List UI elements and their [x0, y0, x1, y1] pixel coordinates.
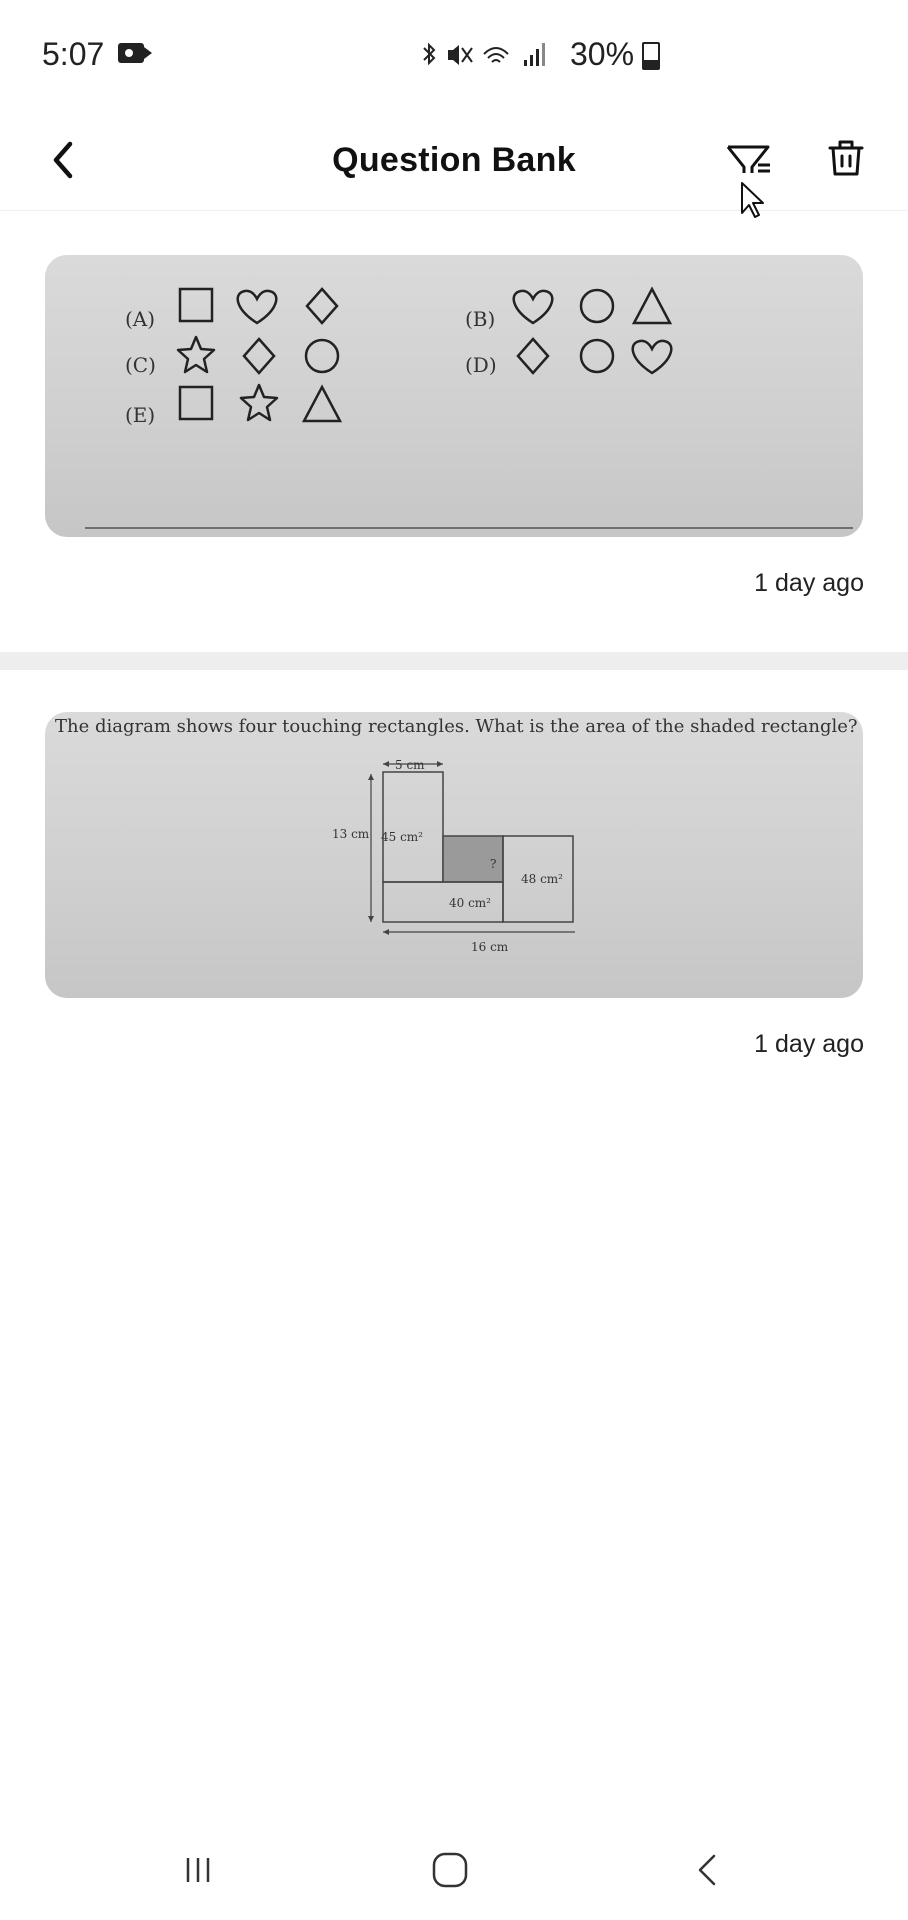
battery-percent: 30% [570, 36, 635, 72]
battery-icon [642, 42, 660, 70]
card-divider [0, 652, 908, 670]
area-right-label: 48 cm² [521, 872, 563, 886]
question-image[interactable]: The diagram shows four touching rectangl… [45, 712, 863, 998]
option-label: (E) [125, 403, 156, 427]
option-label: (B) [465, 307, 496, 331]
option-label: (D) [465, 353, 497, 377]
option-c-shapes [176, 335, 340, 375]
option-a-shapes [178, 287, 339, 325]
recents-button[interactable] [178, 1850, 218, 1890]
system-nav-bar [0, 1820, 908, 1920]
area-top-label: 45 cm² [381, 830, 423, 844]
question-card[interactable]: (A) (B) (C) (D) (E) 1 day ago [0, 255, 908, 635]
bottom-width-label: 16 cm [471, 940, 509, 954]
divider-line [85, 527, 853, 529]
question-image[interactable]: (A) (B) (C) (D) (E) [45, 255, 863, 537]
diamond-icon [516, 337, 550, 375]
back-icon [698, 1854, 716, 1886]
filter-icon [726, 145, 770, 218]
recents-icon [186, 1858, 210, 1882]
bluetooth-mute-wifi-signal-icon [423, 42, 545, 66]
rect-top [382, 771, 444, 883]
question-card[interactable]: The diagram shows four touching rectangl… [0, 712, 908, 1072]
time-ago: 1 day ago [754, 1030, 864, 1058]
status-bar: 5:07 30% [0, 0, 908, 110]
left-height-label: 13 cm [332, 827, 370, 841]
app-bar: Question Bank [0, 110, 908, 218]
heart-icon [631, 339, 673, 375]
system-status-icons [420, 40, 560, 77]
home-icon [432, 1852, 468, 1888]
circle-icon [579, 288, 615, 324]
camera-record-icon [118, 43, 152, 63]
option-b-shapes [512, 286, 673, 325]
star-icon [239, 383, 279, 422]
circle-icon [579, 338, 615, 374]
option-label: (A) [125, 307, 156, 331]
square-icon [178, 287, 214, 323]
cursor-pointer-icon [741, 182, 764, 218]
home-button[interactable] [430, 1850, 470, 1890]
delete-button[interactable] [816, 128, 876, 188]
time-ago: 1 day ago [754, 569, 864, 597]
filter-button[interactable] [724, 125, 784, 225]
triangle-icon [631, 286, 673, 325]
square-icon [178, 385, 214, 421]
area-bottom-label: 40 cm² [449, 896, 491, 910]
trash-icon [828, 140, 864, 176]
star-icon [176, 335, 216, 374]
status-time: 5:07 [42, 36, 105, 72]
rectangles-diagram [368, 761, 575, 935]
area-shaded-label: ? [490, 857, 497, 871]
option-d-shapes [516, 337, 673, 375]
heart-icon [512, 289, 554, 325]
triangle-icon [301, 384, 343, 423]
circle-icon [304, 338, 340, 374]
option-e-shapes [178, 383, 343, 423]
nav-back-button[interactable] [688, 1850, 728, 1890]
option-label: (C) [125, 353, 156, 377]
heart-icon [236, 289, 278, 325]
diamond-icon [242, 337, 276, 375]
diamond-icon [305, 287, 339, 325]
top-width-label: 5 cm [395, 758, 425, 772]
question-text: The diagram shows four touching rectangl… [55, 716, 858, 737]
